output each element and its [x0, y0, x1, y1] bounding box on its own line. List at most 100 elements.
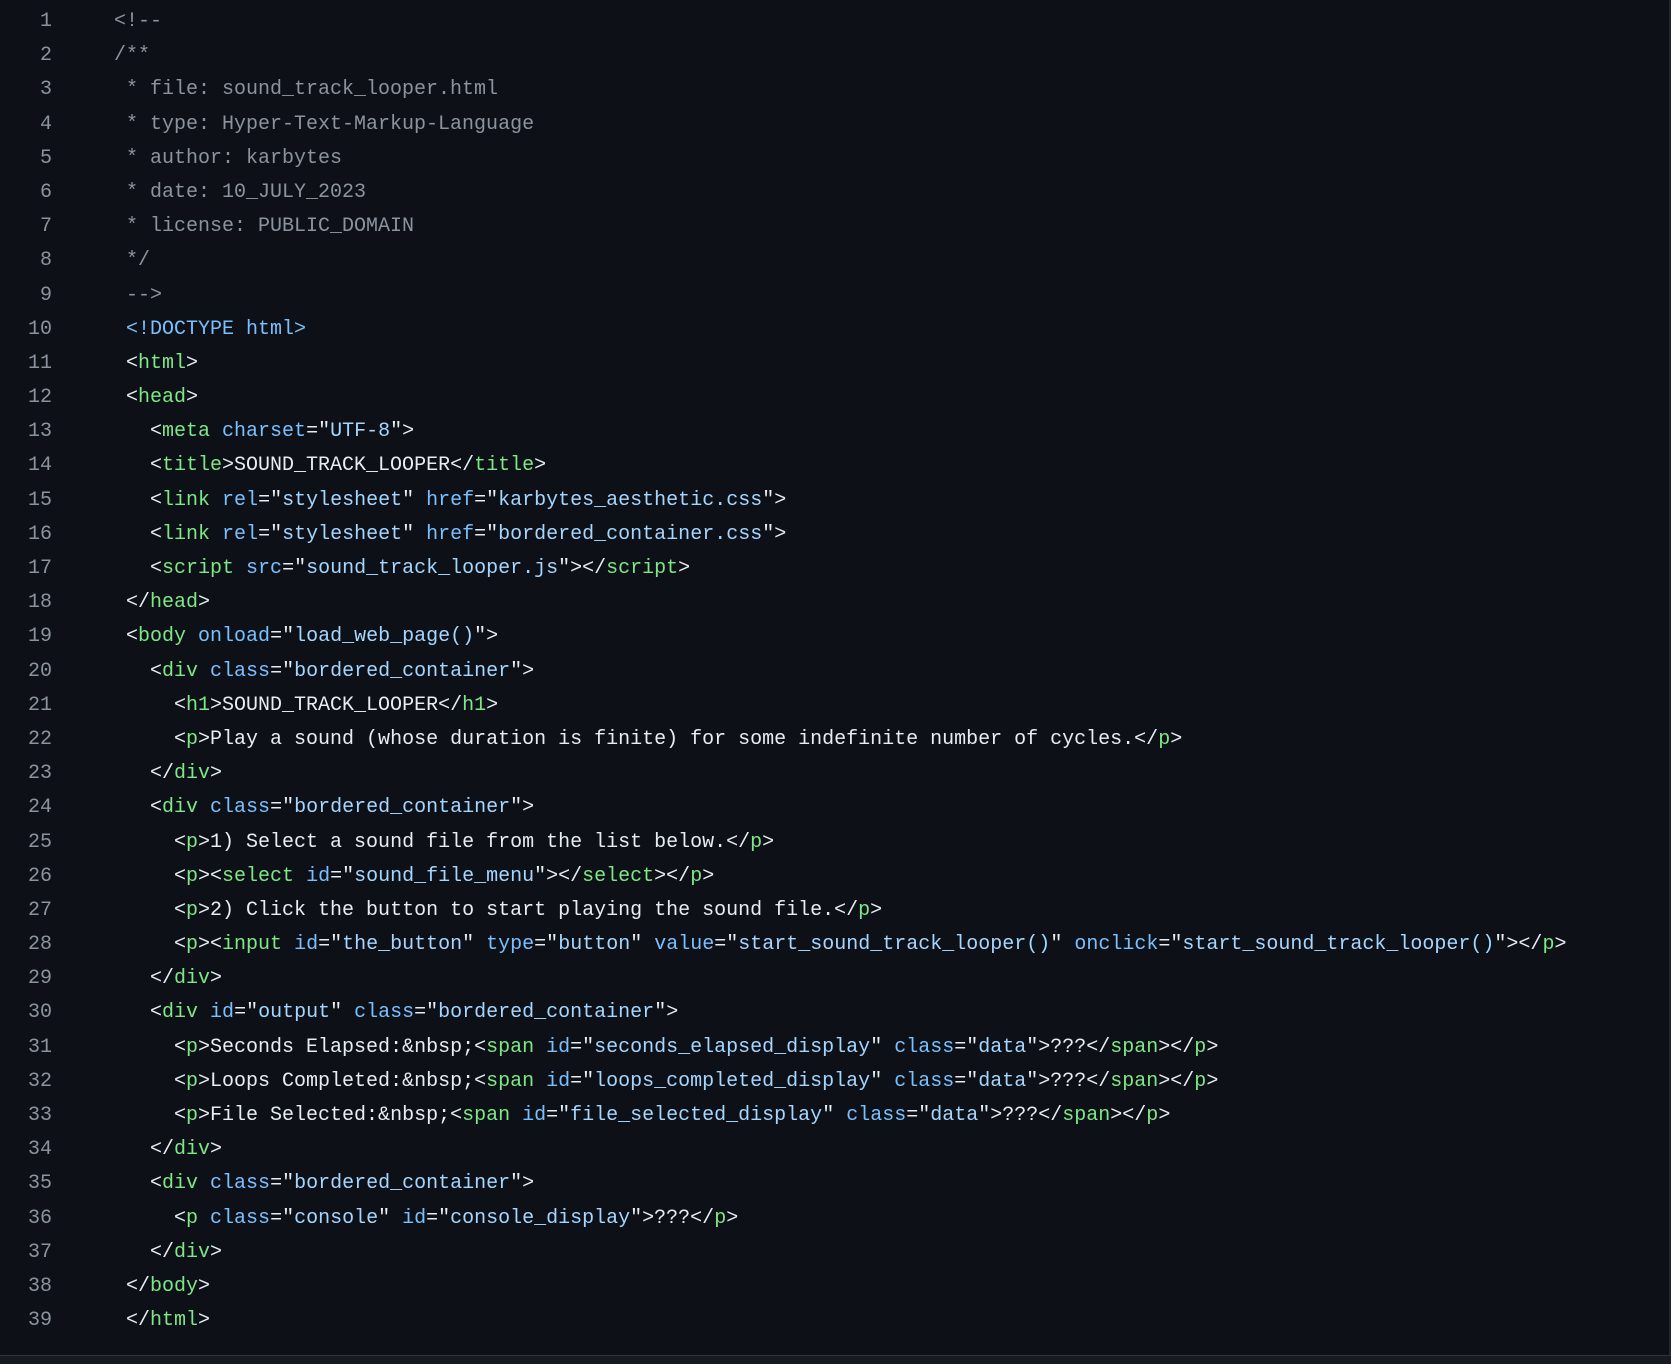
code-line[interactable]: 13 <meta charset="UTF-8"> [0, 415, 1660, 449]
code-line[interactable]: 24 <div class="bordered_container"> [0, 791, 1660, 825]
code-line[interactable]: 20 <div class="bordered_container"> [0, 655, 1660, 689]
code-token: =" [954, 1035, 979, 1059]
code-line[interactable]: 14 <title>SOUND_TRACK_LOOPER</title> [0, 449, 1660, 483]
code-token: >Seconds Elapsed:&nbsp;< [198, 1035, 487, 1059]
code-token: " [1050, 933, 1075, 957]
code-line[interactable]: 8 */ [0, 244, 1660, 278]
line-text: <div id="output" class="bordered_contain… [52, 996, 678, 1030]
code-token: "> [510, 1172, 535, 1196]
code-token: p [186, 1035, 199, 1059]
code-line[interactable]: 29 </div> [0, 962, 1660, 996]
code-token: script [606, 557, 679, 580]
code-token: console [294, 1206, 379, 1230]
code-line[interactable]: 10 <!DOCTYPE html> [0, 313, 1660, 347]
code-area[interactable]: 1 <!-- 2 /** 3 * file: sound_track_looper.ht… [0, 5, 1660, 1338]
code-token: bordered_container [294, 796, 511, 820]
line-text: <link rel="stylesheet" href="bordered_co… [52, 518, 786, 552]
code-token: the_button [342, 933, 463, 957]
line-text: <h1>SOUND_TRACK_LOOPER</h1> [52, 689, 498, 723]
code-token: < [114, 864, 187, 888]
code-token: id [546, 1069, 571, 1093]
code-line[interactable]: 21 <h1>SOUND_TRACK_LOOPER</h1> [0, 689, 1660, 723]
horizontal-scrollbar[interactable] [0, 1355, 1671, 1364]
code-line[interactable]: 1 <!-- [0, 5, 1660, 39]
code-token: charset [222, 420, 307, 444]
code-token: < [114, 1035, 187, 1059]
line-text: <div class="bordered_container"> [52, 791, 534, 825]
code-line[interactable]: 35 <div class="bordered_container"> [0, 1167, 1660, 1201]
line-number: 1 [39, 10, 52, 33]
code-token: p [186, 1206, 199, 1230]
code-token: body [150, 1274, 199, 1298]
code-line[interactable]: 31 <p>Seconds Elapsed:&nbsp;<span id="se… [0, 1031, 1660, 1065]
code-token: input [222, 933, 283, 957]
line-number: 37 [27, 1240, 52, 1264]
code-token: < [114, 898, 187, 922]
code-token: title [162, 454, 223, 478]
code-line[interactable]: 27 <p>2) Click the button to start playi… [0, 894, 1660, 928]
line-number: 25 [27, 830, 52, 854]
code-line[interactable]: 26 <p><select id="sound_file_menu"></sel… [0, 860, 1660, 894]
code-line[interactable]: 6 * date: 10_JULY_2023 [0, 176, 1660, 210]
line-text: <meta charset="UTF-8"> [52, 415, 414, 449]
code-line[interactable]: 19 <body onload="load_web_page()"> [0, 620, 1660, 654]
code-token: =" [258, 522, 283, 546]
code-line[interactable]: 34 </div> [0, 1133, 1660, 1167]
code-line[interactable]: 38 </body> [0, 1270, 1660, 1304]
code-token: =" [714, 933, 739, 957]
code-line[interactable]: 25 <p>1) Select a sound file from the li… [0, 826, 1660, 860]
code-line[interactable]: 9 --> [0, 279, 1660, 313]
code-line[interactable]: 2 /** [0, 39, 1660, 73]
code-token: > [198, 1274, 211, 1298]
code-line[interactable]: 39 </html> [0, 1304, 1660, 1338]
code-token: --> [114, 283, 163, 307]
code-token: =" [270, 796, 295, 820]
code-line[interactable]: 4 * type: Hyper-Text-Markup-Language [0, 108, 1660, 142]
code-token: body [138, 625, 187, 649]
code-token: "> [474, 625, 499, 649]
code-line[interactable]: 11 <html> [0, 347, 1660, 381]
code-editor: 1 <!-- 2 /** 3 * file: sound_track_looper.ht… [0, 0, 1671, 1364]
line-number: 10 [27, 317, 52, 341]
code-line[interactable]: 7 * license: PUBLIC_DOMAIN [0, 210, 1660, 244]
code-line[interactable]: 33 <p>File Selected:&nbsp;<span id="file… [0, 1099, 1660, 1133]
code-line[interactable]: 23 </div> [0, 757, 1660, 791]
line-text: <title>SOUND_TRACK_LOOPER</title> [52, 449, 546, 483]
code-token: </ [114, 591, 151, 615]
code-token: data [978, 1035, 1027, 1059]
code-token: =" [570, 1035, 595, 1059]
code-line[interactable]: 22 <p>Play a sound (whose duration is fi… [0, 723, 1660, 757]
code-line[interactable]: 16 <link rel="stylesheet" href="bordered… [0, 518, 1660, 552]
code-line[interactable]: 36 <p class="console" id="console_displa… [0, 1202, 1660, 1236]
code-line[interactable]: 17 <script src="sound_track_looper.js"><… [0, 552, 1660, 586]
line-number: 20 [27, 659, 52, 683]
line-number: 8 [39, 249, 52, 273]
code-line[interactable]: 5 * author: karbytes [0, 142, 1660, 176]
code-line[interactable]: 32 <p>Loops Completed:&nbsp;<span id="lo… [0, 1065, 1660, 1099]
code-token: p [1194, 1035, 1207, 1059]
code-token: p [750, 830, 763, 854]
line-text: <div class="bordered_container"> [52, 1167, 534, 1201]
code-token: sound_track_looper.js [306, 557, 559, 580]
code-token: loops_completed_display [594, 1069, 871, 1093]
code-token: < [114, 557, 163, 580]
line-number: 30 [27, 1001, 52, 1025]
code-line[interactable]: 30 <div id="output" class="bordered_cont… [0, 996, 1660, 1030]
code-line[interactable]: 3 * file: sound_track_looper.html [0, 73, 1660, 107]
line-text: * license: PUBLIC_DOMAIN [52, 210, 414, 244]
code-token: stylesheet [282, 488, 403, 512]
code-token: > [198, 1309, 211, 1333]
line-number: 23 [27, 762, 52, 786]
code-line[interactable]: 18 </head> [0, 586, 1660, 620]
code-token: "></ [558, 557, 607, 580]
code-line[interactable]: 12 <head> [0, 381, 1660, 415]
code-line[interactable]: 28 <p><input id="the_button" type="butto… [0, 928, 1660, 962]
line-number: 29 [27, 967, 52, 991]
code-line[interactable]: 37 </div> [0, 1236, 1660, 1270]
code-line[interactable]: 15 <link rel="stylesheet" href="karbytes… [0, 484, 1660, 518]
